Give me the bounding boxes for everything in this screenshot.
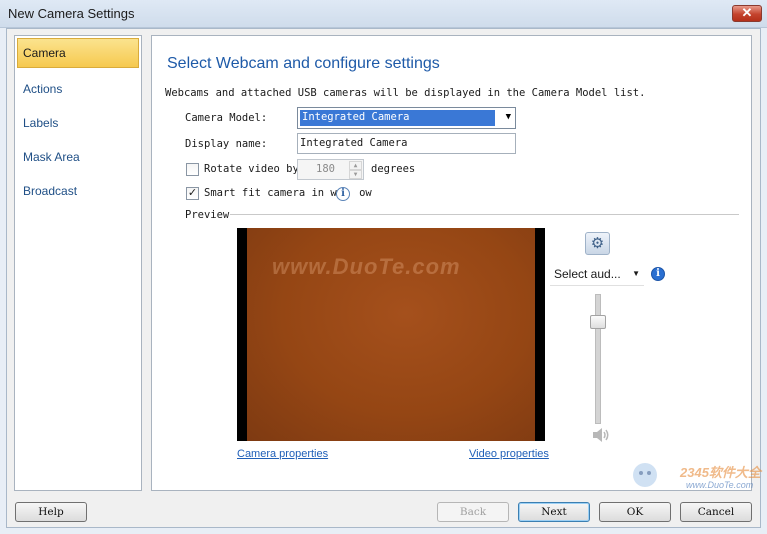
rotate-degrees-value: 180 [316,163,335,175]
video-watermark: www.DuoTe.com [272,254,461,279]
snapshot-settings-button[interactable]: ⚙ [585,232,610,255]
corner-watermark: 2345软件大全 www.DuoTe.com [630,458,765,498]
rotate-video-label: Rotate video by [204,163,299,175]
display-name-label: Display name: [185,138,268,150]
camera-model-label: Camera Model: [185,112,268,124]
ok-button[interactable]: OK [599,502,671,522]
rotate-video-checkbox[interactable] [186,163,199,176]
sidebar-item-camera[interactable]: Camera [17,38,139,68]
rotate-degrees-stepper[interactable]: 180 ▲ ▼ [297,159,364,180]
audio-source-select[interactable]: Select aud... ▼ [550,262,644,286]
speaker-icon [593,428,609,442]
watermark-url: www.DuoTe.com [686,480,754,490]
audio-source-value: Select aud... [554,267,621,281]
back-button[interactable]: Back [437,502,509,522]
volume-slider-track[interactable] [595,294,601,424]
sidebar-item-broadcast[interactable]: Broadcast [17,176,139,206]
stepper-down-icon[interactable]: ▼ [349,170,362,179]
volume-slider-thumb[interactable] [590,314,606,329]
camera-properties-link[interactable]: Camera properties [237,448,328,460]
preview-label: Preview [185,209,230,221]
chevron-down-icon: ▼ [505,112,511,122]
camera-settings-icon: ⚙ [590,235,605,252]
window-title: New Camera Settings [8,6,135,21]
main-panel: Select Webcam and configure settings Web… [151,35,752,491]
audio-info-icon[interactable]: i [651,267,665,281]
cancel-button[interactable]: Cancel [680,502,752,522]
smart-fit-label-end: ow [359,187,372,199]
mascot-logo-icon [633,463,657,487]
sidebar-item-actions[interactable]: Actions [17,74,139,104]
intro-text: Webcams and attached USB cameras will be… [165,87,646,99]
stepper-up-icon[interactable]: ▲ [349,161,362,170]
watermark-brand: 2345软件大全 [680,465,761,480]
help-button[interactable]: Help [15,502,87,522]
close-button[interactable]: ✕ [732,5,762,22]
video-preview: www.DuoTe.com [237,228,545,441]
sidebar-item-labels[interactable]: Labels [17,108,139,138]
page-title: Select Webcam and configure settings [167,55,440,72]
smart-fit-checkbox[interactable]: ✓ [186,187,199,200]
sidebar: Camera Actions Labels Mask Area Broadcas… [14,35,142,491]
camera-feed-image: www.DuoTe.com [247,228,535,441]
info-icon[interactable]: i [336,187,350,201]
next-button[interactable]: Next [518,502,590,522]
camera-model-value: Integrated Camera [300,110,495,126]
smart-fit-label-start: Smart fit camera in wi [204,187,344,199]
sidebar-item-mask-area[interactable]: Mask Area [17,142,139,172]
preview-divider [230,214,739,215]
video-properties-link[interactable]: Video properties [469,448,549,460]
display-name-field[interactable]: Integrated Camera [297,133,516,154]
chevron-down-icon: ▼ [632,269,640,278]
camera-model-select[interactable]: Integrated Camera ▼ [297,107,516,129]
title-bar: New Camera Settings ✕ [0,0,767,28]
degrees-label: degrees [371,163,416,175]
